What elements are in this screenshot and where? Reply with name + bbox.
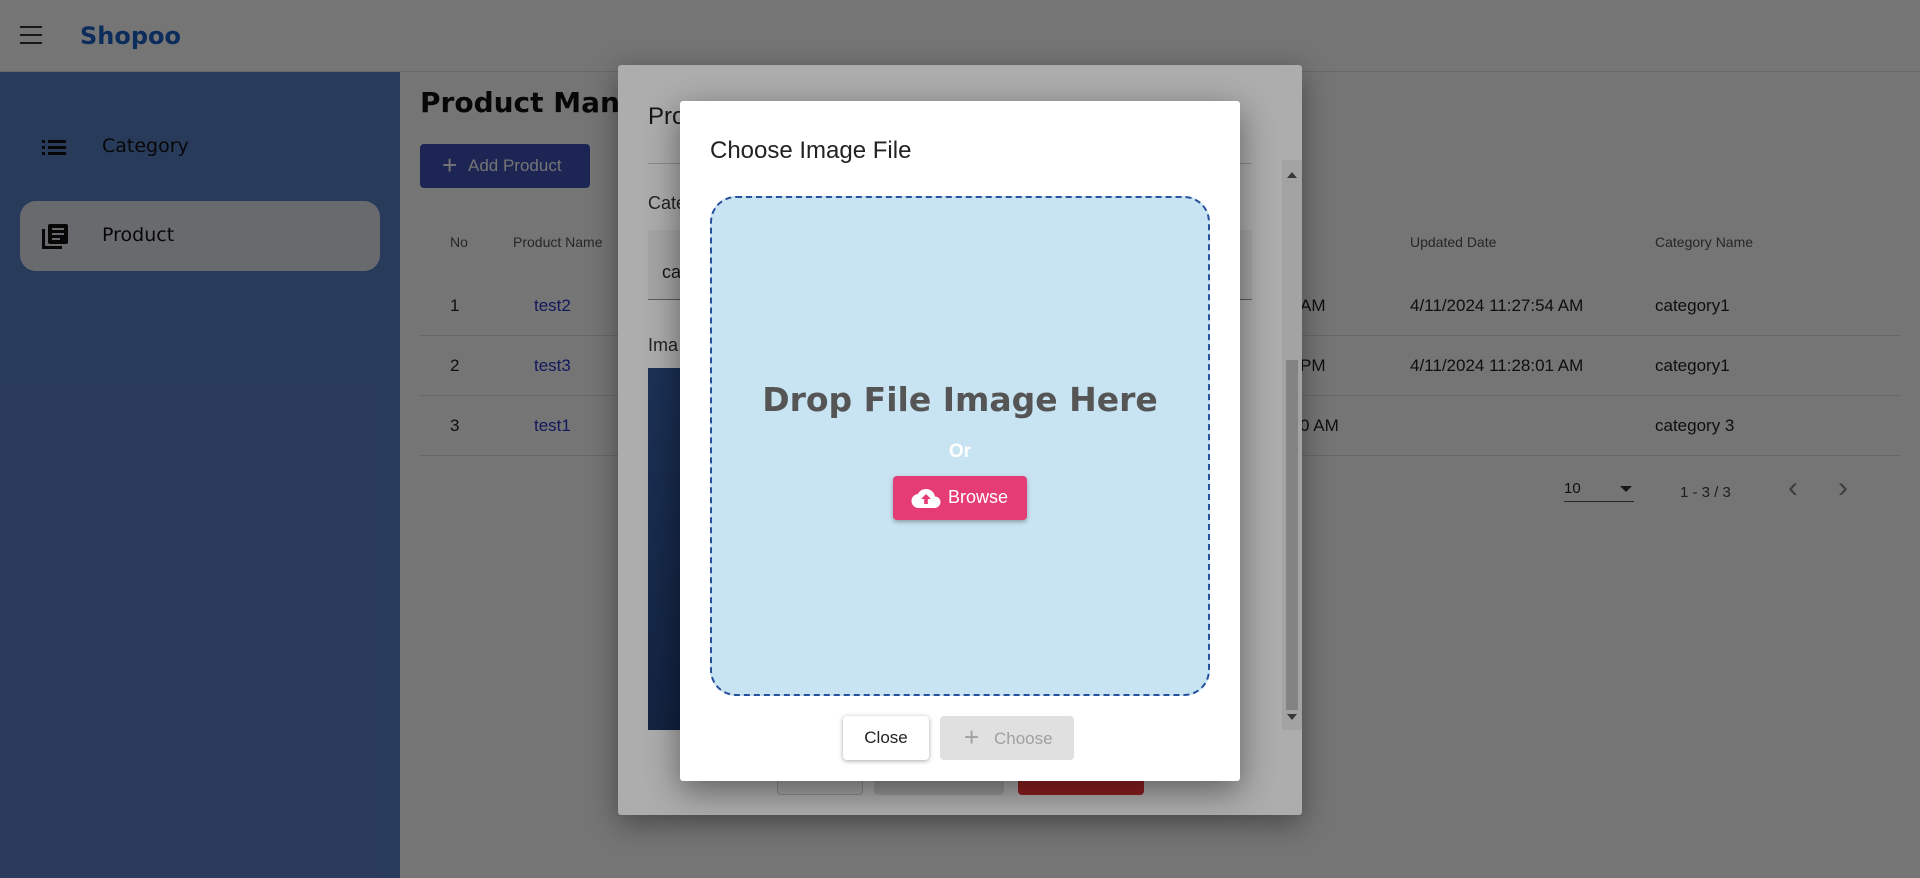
choose-image-dialog: Choose Image File Drop File Image Here O… <box>680 101 1240 781</box>
dialog-title: Choose Image File <box>710 137 912 164</box>
browse-button[interactable]: Browse <box>893 476 1027 520</box>
choose-button[interactable]: + Choose <box>940 716 1074 760</box>
drop-zone-text: Drop File Image Here <box>762 380 1158 419</box>
plus-icon: + <box>964 722 980 752</box>
browse-button-label: Browse <box>948 487 1009 507</box>
close-button[interactable]: Close <box>843 716 929 760</box>
file-drop-zone[interactable]: Drop File Image Here Or Browse <box>710 196 1210 696</box>
cloud-upload-icon <box>911 489 941 508</box>
choose-button-label: Choose <box>994 729 1053 748</box>
or-text: Or <box>948 441 972 462</box>
